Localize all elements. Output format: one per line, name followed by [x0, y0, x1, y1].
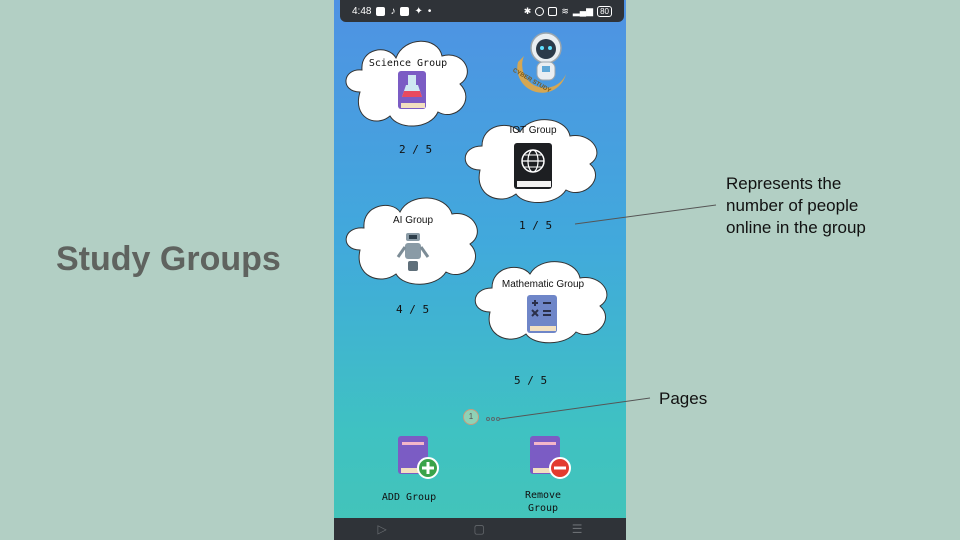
group-name: AI Group	[392, 215, 434, 226]
online-count-mathematic: 5 / 5	[514, 374, 548, 387]
add-book-icon	[398, 436, 439, 479]
online-count-science: 2 / 5	[399, 143, 433, 156]
remove-group-button[interactable]: Remove Group	[508, 432, 578, 518]
twitter-icon: ✦	[414, 5, 423, 17]
android-nav-bar: ▷ ▢ ☰	[334, 518, 626, 540]
status-time: 4:48	[352, 5, 372, 17]
pages-annotation: Pages	[659, 389, 708, 408]
headphones-icon	[535, 6, 545, 16]
bluetooth-icon: ✱	[523, 5, 532, 16]
cyber-study-logo: CYBER STUDY	[504, 26, 576, 98]
remove-group-label-line1: Remove	[524, 490, 562, 501]
mail-icon	[376, 6, 386, 16]
online-annotation: Represents the number of people online i…	[726, 173, 866, 239]
group-name: Mathematic Group	[501, 279, 585, 290]
add-group-button[interactable]: ADD Group	[374, 432, 444, 508]
pagination: 1	[463, 409, 513, 427]
online-count-iot: 1 / 5	[519, 219, 553, 232]
page-dot[interactable]	[491, 417, 495, 421]
annotation-line: number of people	[726, 196, 859, 215]
globe-book-icon	[514, 143, 552, 189]
calculator-book-icon	[527, 295, 557, 333]
annotation-line: Represents the	[726, 174, 842, 193]
robot-icon	[396, 231, 430, 273]
group-name: IOT Group	[509, 125, 557, 136]
page-dot[interactable]	[496, 417, 500, 421]
wifi-icon: ≋	[561, 5, 569, 16]
remove-book-icon	[530, 436, 571, 479]
add-group-label: ADD Group	[381, 492, 437, 503]
recents-icon[interactable]: ☰	[572, 522, 583, 536]
vibrate-icon	[548, 6, 558, 16]
page-dot[interactable]	[486, 417, 490, 421]
youtube-icon	[400, 6, 410, 16]
page-indicator-current[interactable]: 1	[463, 409, 479, 425]
home-icon[interactable]: ▢	[474, 522, 485, 536]
remove-group-label-line2: Group	[527, 503, 559, 514]
back-icon[interactable]: ▷	[377, 522, 386, 536]
more-notifications-icon: •	[427, 5, 432, 17]
phone-screen: 4:48 ♪ ✦ • ✱ ≋ ▂▄▆ 80 CYBER STUDY Scienc…	[334, 0, 626, 540]
group-name: Science Group	[368, 58, 448, 69]
page-number: 1	[468, 412, 474, 421]
slide-title: Study Groups	[56, 240, 281, 278]
flask-book-icon	[398, 71, 426, 109]
group-card-science[interactable]: Science Group	[338, 30, 478, 130]
signal-icon: ▂▄▆	[572, 5, 594, 16]
annotation-line: online in the group	[726, 218, 866, 237]
status-bar: 4:48 ♪ ✦ • ✱ ≋ ▂▄▆ 80	[340, 0, 624, 22]
battery-icon: 80	[597, 5, 612, 17]
group-card-mathematic[interactable]: Mathematic Group	[468, 256, 618, 346]
online-count-ai: 4 / 5	[396, 303, 430, 316]
tiktok-icon: ♪	[390, 5, 396, 17]
group-card-ai[interactable]: AI Group	[338, 190, 488, 288]
